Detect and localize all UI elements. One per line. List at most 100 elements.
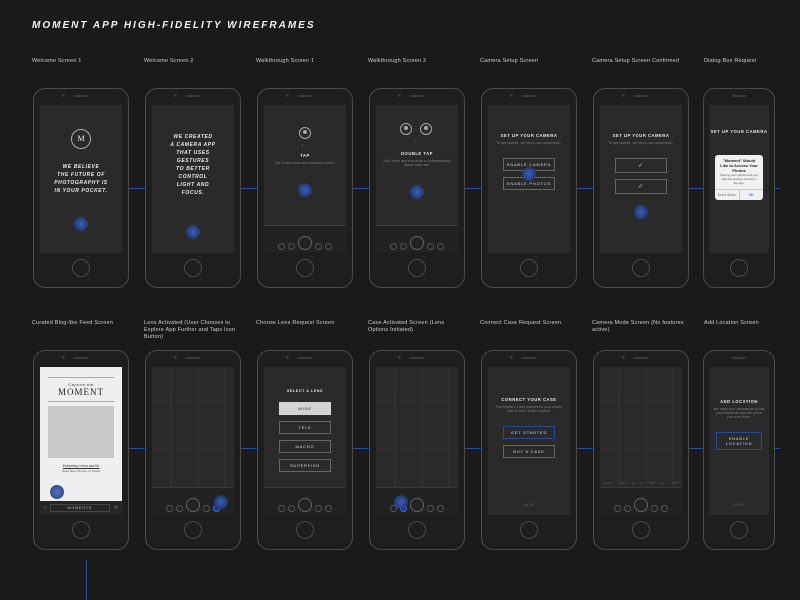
- toolbar-circle-icon[interactable]: [427, 505, 434, 512]
- home-button[interactable]: [730, 521, 748, 539]
- page-title: MOMENT APP HIGH-FIDELITY WIREFRAMES: [32, 20, 316, 31]
- home-button[interactable]: [632, 259, 650, 277]
- tap-dot: [303, 130, 307, 134]
- screen: AUTO ISO S F WB +/- FPS: [600, 367, 682, 515]
- home-button[interactable]: [184, 521, 202, 539]
- toolbar-circle-icon[interactable]: [278, 243, 285, 250]
- toolbar-circle-icon[interactable]: [325, 505, 332, 512]
- tap-dot: [404, 126, 408, 130]
- camera-toolbar: [376, 487, 458, 515]
- gesture-subtitle: Tap to set focus and exposure points.: [272, 161, 338, 165]
- toolbar-circle-icon[interactable]: [288, 505, 295, 512]
- confirmed-button[interactable]: ✓: [615, 158, 667, 173]
- home-button[interactable]: [296, 521, 314, 539]
- home-button[interactable]: [408, 259, 426, 277]
- frame-case-activated: Case Activated Screen (Lens Options Init…: [368, 320, 466, 550]
- feed-hero: MOMENT: [58, 387, 104, 397]
- shutter-button[interactable]: [298, 236, 312, 250]
- dialog-title: "Moment" Would Like to Access Your Photo…: [715, 155, 763, 174]
- frame-label: Add Location Screen: [704, 320, 774, 344]
- home-button[interactable]: [296, 259, 314, 277]
- setup-subtitle: To get started, we need your permission.: [608, 141, 673, 145]
- phone-mock: CONNECT YOUR CASE The Moment Case transf…: [481, 350, 577, 550]
- toolbar-circle-icon[interactable]: [166, 505, 173, 512]
- touch-indicator: [410, 185, 424, 199]
- shutter-button[interactable]: [186, 498, 200, 512]
- get-started-button[interactable]: GET STARTED: [503, 426, 555, 439]
- lens-option-tele[interactable]: TELE: [279, 421, 331, 434]
- touch-indicator: [298, 183, 312, 197]
- toolbar-circle-icon[interactable]: [400, 243, 407, 250]
- frame-choose-lens: Choose Lens Request Screen SELECT A LENS…: [256, 320, 354, 550]
- confirmed-button[interactable]: ✓: [615, 179, 667, 194]
- feed-article-link[interactable]: Everything I know and Do: [63, 464, 99, 468]
- prev-arrow-icon[interactable]: ‹: [44, 505, 46, 511]
- screen: SET UP YOUR CAMERA "Moment" Would Like t…: [709, 105, 769, 253]
- screen: ·····: [152, 367, 234, 515]
- toolbar-circle-icon[interactable]: [315, 505, 322, 512]
- toolbar-circle-icon[interactable]: [390, 243, 397, 250]
- frame-label: Connect Case Request Screen: [480, 320, 578, 344]
- home-button[interactable]: [72, 259, 90, 277]
- screen: CONNECT YOUR CASE The Moment Case transf…: [488, 367, 570, 515]
- skip-link[interactable]: SKIP: [733, 503, 744, 507]
- frame-dialog-request: Dialog Box Request SET UP YOUR CAMERA "M…: [704, 58, 774, 288]
- home-button[interactable]: [72, 521, 90, 539]
- touch-indicator: [186, 225, 200, 239]
- feed-tab-label[interactable]: MOMENTS: [50, 504, 110, 512]
- home-button[interactable]: [632, 521, 650, 539]
- toolbar-circle-icon[interactable]: [278, 505, 285, 512]
- toolbar-circle-icon[interactable]: [661, 505, 668, 512]
- frame-label: Dialog Box Request: [704, 58, 774, 82]
- toolbar-circle-icon[interactable]: [203, 505, 210, 512]
- phone-mock: ADD LOCATION We need your permission to …: [703, 350, 775, 550]
- toolbar-circle-icon[interactable]: [176, 505, 183, 512]
- shutter-button[interactable]: [410, 498, 424, 512]
- toolbar-circle-icon[interactable]: [288, 243, 295, 250]
- shutter-button[interactable]: [634, 498, 648, 512]
- home-button[interactable]: [184, 259, 202, 277]
- screen: SELECT A LENS WIDE TELE MACRO SUPERFISH: [264, 367, 346, 515]
- dialog-ok-button[interactable]: OK: [740, 190, 764, 200]
- screen: Capture the MOMENT Everything I know and…: [40, 367, 122, 515]
- buy-case-button[interactable]: BUY A CASE: [503, 445, 555, 458]
- toolbar-circle-icon[interactable]: [427, 243, 434, 250]
- home-button[interactable]: [408, 521, 426, 539]
- dialog-dont-allow-button[interactable]: Don't Allow: [715, 190, 740, 200]
- toolbar-circle-icon[interactable]: [437, 505, 444, 512]
- home-button[interactable]: [520, 521, 538, 539]
- frame-label: Curated Blog-like Feed Screen: [32, 320, 130, 344]
- logo-letter: M: [40, 134, 122, 143]
- shutter-button[interactable]: [410, 236, 424, 250]
- home-button[interactable]: [520, 259, 538, 277]
- frame-connect-case: Connect Case Request Screen CONNECT YOUR…: [480, 320, 578, 550]
- close-icon[interactable]: ✕: [114, 505, 118, 511]
- frame-walkthrough-2: Walkthrough Screen 2 ↑ DOUBLE TAP Split …: [368, 58, 466, 288]
- toolbar-circle-icon[interactable]: [325, 243, 332, 250]
- touch-indicator: [634, 205, 648, 219]
- feed-image-placeholder[interactable]: [48, 406, 114, 458]
- phone-mock: SET UP YOUR CAMERA To get started, we ne…: [481, 88, 577, 288]
- mode-row[interactable]: AUTO ISO S F WB +/- FPS: [600, 479, 682, 487]
- screen: [376, 367, 458, 515]
- gesture-title: TAP: [264, 153, 346, 158]
- toolbar-circle-icon[interactable]: [437, 243, 444, 250]
- shutter-button[interactable]: [298, 498, 312, 512]
- phone-mock: ·····: [145, 350, 241, 550]
- home-button[interactable]: [730, 259, 748, 277]
- toolbar-circle-icon[interactable]: [315, 243, 322, 250]
- lens-option-macro[interactable]: MACRO: [279, 440, 331, 453]
- feed-tabbar: ‹ MOMENTS ✕: [40, 501, 122, 515]
- toolbar-circle-icon[interactable]: [614, 505, 621, 512]
- wireframe-row-1: Welcome Screen 1 M WE BELIEVE THE FUTURE…: [32, 58, 800, 288]
- toolbar-circle-icon[interactable]: [624, 505, 631, 512]
- frame-label: Welcome Screen 1: [32, 58, 130, 82]
- skip-link[interactable]: SKIP: [523, 503, 534, 507]
- camera-toolbar: [264, 487, 346, 515]
- enable-location-button[interactable]: ENABLE LOCATION: [716, 432, 762, 450]
- frame-add-location: Add Location Screen ADD LOCATION We need…: [704, 320, 774, 550]
- lens-option-superfish[interactable]: SUPERFISH: [279, 459, 331, 472]
- toolbar-circle-icon[interactable]: [651, 505, 658, 512]
- phone-mock: AUTO ISO S F WB +/- FPS: [593, 350, 689, 550]
- lens-option-wide[interactable]: WIDE: [279, 402, 331, 415]
